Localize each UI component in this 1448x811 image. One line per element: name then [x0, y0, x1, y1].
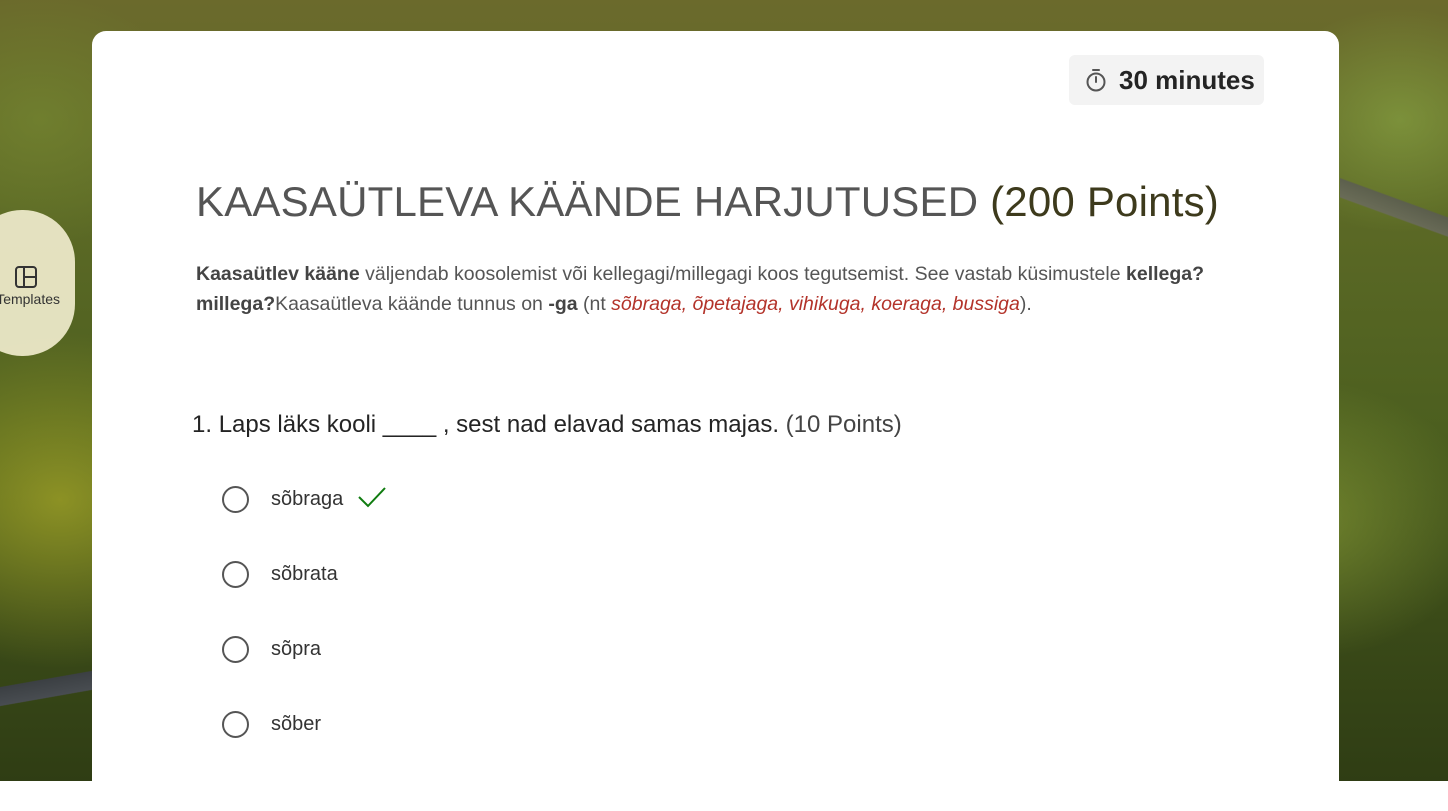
question-text: Laps läks kooli ____ , sest nad elavad s…: [218, 411, 779, 438]
question-points: (10 Points): [785, 411, 902, 438]
radio-button[interactable]: [222, 710, 249, 738]
option-label: sõbrata: [271, 562, 338, 585]
radio-button[interactable]: [222, 635, 249, 663]
answer-option[interactable]: sõbraga: [222, 483, 387, 515]
option-label: sõbraga: [271, 487, 344, 510]
form-total-points: (200 Points): [990, 178, 1219, 225]
templates-label[interactable]: Templates: [0, 291, 60, 307]
example-words: sõbraga, õpetajaga, vihikuga, koeraga, b…: [611, 293, 1020, 315]
checkmark-icon: [357, 485, 387, 514]
question-number: 1.: [192, 411, 213, 438]
layout-icon[interactable]: [14, 265, 38, 294]
answer-option[interactable]: sõbrata: [222, 558, 338, 590]
timer-label: 30 minutes: [1119, 64, 1255, 95]
radio-button[interactable]: [222, 485, 249, 513]
answer-option[interactable]: sõpra: [222, 633, 321, 665]
option-label: sõber: [271, 712, 322, 735]
timer-badge: 30 minutes: [1069, 55, 1264, 105]
question-title: 1. Laps läks kooli ____ , sest nad elava…: [192, 411, 902, 439]
radio-button[interactable]: [222, 560, 249, 588]
stopwatch-icon: [1085, 68, 1107, 92]
background-road: [0, 660, 92, 720]
form-description: Kaasaütlev kääne väljendab koosolemist v…: [196, 263, 1205, 315]
form-title: KAASAÜTLEVA KÄÄNDE HARJUTUSED (200 Point…: [196, 178, 1219, 225]
answer-option[interactable]: sõber: [222, 708, 321, 740]
option-label: sõpra: [271, 637, 322, 660]
background-road: [1340, 165, 1448, 255]
